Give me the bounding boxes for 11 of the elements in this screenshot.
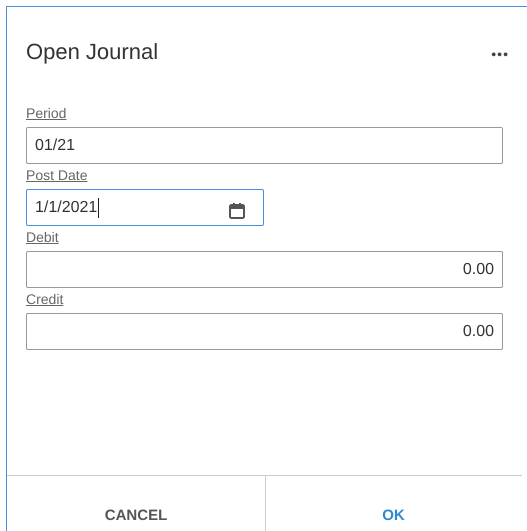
date-field[interactable]: 1/1/2021: [26, 189, 264, 226]
input-field[interactable]: 0.00: [26, 313, 503, 350]
dialog-title: Open Journal: [26, 39, 158, 65]
more-menu-button[interactable]: •••: [491, 46, 509, 62]
field-label: Credit: [26, 291, 64, 307]
field-label: Debit: [26, 229, 60, 245]
field-label: Post Date: [26, 167, 88, 183]
input-field[interactable]: 01/21: [26, 127, 503, 164]
field-label: Period: [26, 105, 68, 121]
input-field[interactable]: 0.00: [26, 251, 503, 288]
calendar-icon[interactable]: [229, 202, 245, 218]
